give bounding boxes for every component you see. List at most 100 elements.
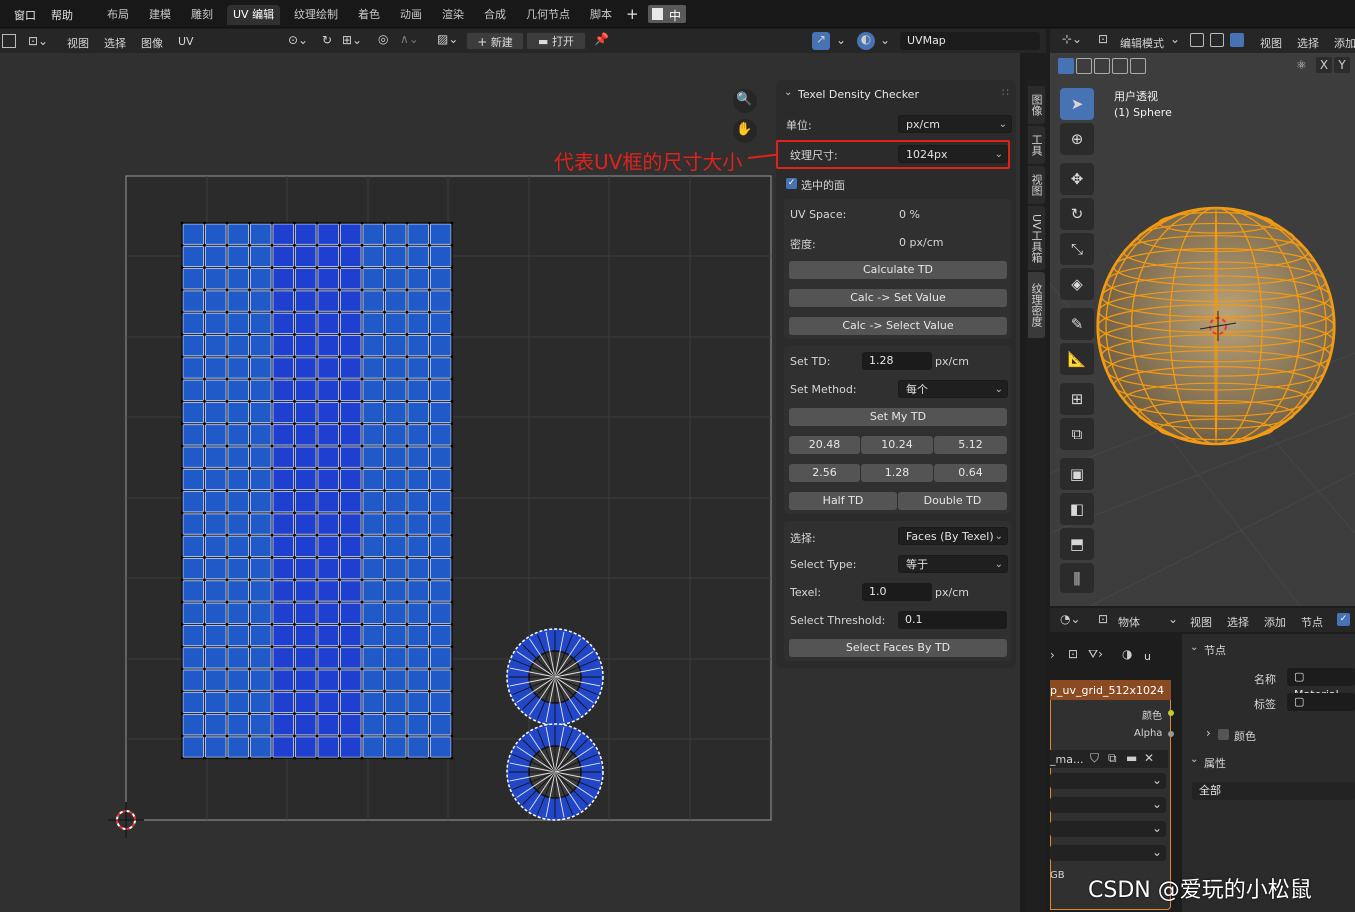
set-my-td-button[interactable]: Set My TD: [789, 408, 1007, 426]
tab-geometry-nodes[interactable]: 几何节点: [520, 5, 576, 25]
select-mode-icon[interactable]: ⊡⌄: [28, 34, 48, 48]
menu-help[interactable]: 帮助: [51, 7, 73, 23]
close-icon[interactable]: ✕: [1144, 751, 1154, 765]
node-section-title[interactable]: 节点: [1204, 642, 1226, 658]
attributes-section-title[interactable]: 属性: [1204, 755, 1226, 771]
editor-type-icon[interactable]: ⊹⌄: [1062, 32, 1082, 46]
overlay-icon[interactable]: ◐: [857, 32, 875, 50]
use-nodes-checkbox[interactable]: ✓: [1337, 613, 1350, 626]
socket-color[interactable]: [1168, 710, 1174, 716]
selected-faces-checkbox[interactable]: ✓: [786, 178, 797, 189]
set-method-dropdown[interactable]: 每个 ⌄: [898, 380, 1008, 398]
edge-select-icon[interactable]: [1210, 33, 1224, 47]
snap-icon[interactable]: ↻: [322, 33, 332, 47]
calculate-td-button[interactable]: Calculate TD: [789, 261, 1007, 279]
set-td-input[interactable]: 1.28: [862, 352, 932, 370]
node-menu-node[interactable]: 节点: [1301, 614, 1323, 630]
extrude-tool[interactable]: ⧉: [1060, 418, 1094, 450]
node-menu-select[interactable]: 选择: [1227, 614, 1249, 630]
preset-0-64-button[interactable]: 0.64: [934, 464, 1007, 482]
chevron-right-icon[interactable]: ›: [1206, 726, 1211, 740]
mirror-icon[interactable]: ⚛: [1296, 58, 1307, 72]
select-by-dropdown[interactable]: Faces (By Texel) ⌄: [898, 527, 1008, 545]
threshold-input[interactable]: 0.1: [898, 611, 1007, 629]
source-dropdown[interactable]: ⌄: [1050, 845, 1166, 861]
transform-tool[interactable]: ◈: [1060, 268, 1094, 300]
menu-image[interactable]: 图像: [141, 35, 163, 51]
add-cube-tool[interactable]: ⊞: [1060, 383, 1094, 415]
preset-5-12-button[interactable]: 5.12: [934, 436, 1007, 454]
new-image-button[interactable]: + 新建: [466, 32, 524, 50]
units-dropdown[interactable]: px/cm ⌄: [898, 115, 1012, 133]
socket-alpha[interactable]: [1168, 731, 1174, 737]
preset-10-24-button[interactable]: 10.24: [861, 436, 933, 454]
chevron-down-icon[interactable]: ⌄: [880, 33, 890, 47]
bevel-tool[interactable]: ◧: [1060, 493, 1094, 525]
falloff-icon[interactable]: ∧⌄: [400, 32, 419, 46]
tab-animation[interactable]: 动画: [394, 5, 428, 25]
chevron-down-icon[interactable]: ⌄: [1170, 32, 1180, 46]
image-browse-icon[interactable]: ▨⌄: [437, 32, 458, 46]
select-tool[interactable]: ➤: [1060, 88, 1094, 120]
uvmap-field[interactable]: UVMap: [900, 32, 1040, 50]
tab-image[interactable]: 图像: [1028, 86, 1045, 124]
tab-scripting[interactable]: 脚本: [584, 5, 618, 25]
viewport-menu-select[interactable]: 选择: [1297, 35, 1319, 51]
shield-icon[interactable]: ⛉: [1090, 751, 1099, 766]
duplicate-icon[interactable]: ⧉: [1108, 751, 1117, 766]
menu-view[interactable]: 视图: [67, 35, 89, 51]
mesh-icon[interactable]: ⛛›: [1088, 647, 1103, 662]
colorspace-label[interactable]: GB: [1050, 870, 1065, 881]
editor-type-icon[interactable]: [2, 34, 16, 48]
measure-tool[interactable]: 📐: [1060, 343, 1094, 375]
editor-type-icon[interactable]: ◔⌄: [1060, 612, 1081, 626]
tab-texel-density[interactable]: 纹理密度: [1028, 272, 1045, 338]
3d-viewport[interactable]: ⚛ X Y 用户透视 (1) Sphere: [1050, 53, 1355, 606]
chevron-down-icon[interactable]: ⌄: [784, 87, 792, 98]
texel-input[interactable]: 1.0: [862, 583, 932, 601]
node-name-field[interactable]: ▢ Material: [1287, 668, 1355, 701]
snap-target-icon[interactable]: ⊞⌄: [342, 33, 362, 47]
projection-dropdown[interactable]: ⌄: [1050, 797, 1166, 813]
interpolation-dropdown[interactable]: ⌄: [1050, 773, 1166, 789]
tab-compositing[interactable]: 合成: [478, 5, 512, 25]
mode-dropdown[interactable]: 编辑模式: [1120, 35, 1164, 51]
image-selector[interactable]: _ma... ⛉ ⧉ ▬ ✕: [1050, 750, 1168, 768]
tab-rendering[interactable]: 渲染: [436, 5, 470, 25]
scale-tool[interactable]: ⤡: [1060, 233, 1094, 265]
proportional-edit-icon[interactable]: ◎: [378, 32, 388, 46]
edit-mode-icon[interactable]: ⊡: [1098, 32, 1108, 46]
rotate-tool[interactable]: ↻: [1060, 198, 1094, 230]
select-subtract-icon[interactable]: [1094, 58, 1110, 74]
face-select-icon[interactable]: [1230, 33, 1244, 47]
extension-dropdown[interactable]: ⌄: [1050, 821, 1166, 837]
tab-sculpt[interactable]: 雕刻: [185, 5, 219, 25]
menu-window[interactable]: 窗口: [14, 7, 36, 23]
folder-icon[interactable]: ▬: [1126, 751, 1137, 765]
select-faces-by-td-button[interactable]: Select Faces By TD: [789, 639, 1007, 657]
preset-20-48-button[interactable]: 20.48: [789, 436, 860, 454]
menu-uv[interactable]: UV: [178, 35, 194, 48]
tab-layout[interactable]: 布局: [101, 5, 135, 25]
annotate-tool[interactable]: ✎: [1060, 308, 1094, 340]
knife-tool[interactable]: ⫼: [1060, 563, 1094, 593]
mirror-y-toggle[interactable]: Y: [1334, 57, 1350, 73]
calc-select-value-button[interactable]: Calc -> Select Value: [789, 317, 1007, 335]
select-intersect-icon[interactable]: [1130, 58, 1146, 74]
double-td-button[interactable]: Double TD: [898, 492, 1007, 510]
select-type-dropdown[interactable]: 等于 ⌄: [898, 555, 1008, 573]
mirror-x-toggle[interactable]: X: [1316, 57, 1332, 73]
image-node-header[interactable]: p_uv_grid_512x1024: [1050, 680, 1171, 700]
chevron-right-icon[interactable]: ›: [1050, 648, 1055, 662]
panel-title[interactable]: Texel Density Checker: [798, 88, 919, 101]
select-extend-icon[interactable]: [1076, 58, 1092, 74]
cursor-tool[interactable]: ⊕: [1060, 123, 1094, 155]
viewport-menu-view[interactable]: 视图: [1260, 35, 1282, 51]
node-label-field[interactable]: ▢: [1287, 693, 1355, 711]
node-menu-view[interactable]: 视图: [1190, 614, 1212, 630]
select-invert-icon[interactable]: [1112, 58, 1128, 74]
menu-select[interactable]: 选择: [104, 35, 126, 51]
tab-uv-editing[interactable]: UV 编辑: [227, 5, 281, 25]
inset-tool[interactable]: ▣: [1060, 458, 1094, 490]
pin-icon[interactable]: 📌: [594, 32, 609, 46]
